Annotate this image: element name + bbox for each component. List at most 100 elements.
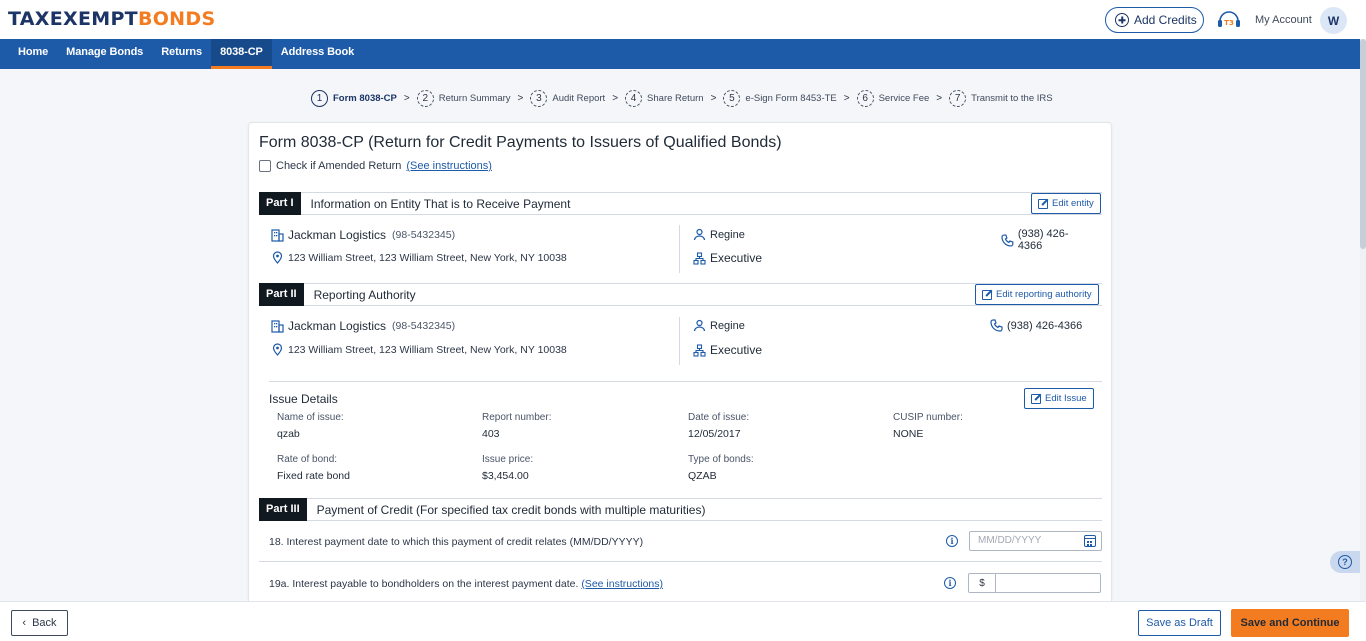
issue-details: Issue Details Edit Issue Name of issue: … <box>269 381 1102 499</box>
step-service-fee[interactable]: 6 Service Fee <box>856 89 929 107</box>
date-of-issue-value: 12/05/2017 <box>688 428 741 440</box>
nav-item-address-book[interactable]: Address Book <box>272 39 363 69</box>
svg-text:T3: T3 <box>1224 19 1234 27</box>
edit-entity-button[interactable]: Edit entity <box>1031 193 1101 214</box>
edit-icon <box>1038 198 1048 209</box>
step-number: 6 <box>856 89 874 107</box>
question-mark-icon: ? <box>1338 555 1352 569</box>
phone-row: (938) 426-4366 <box>990 319 1082 332</box>
part-3-header: Part III Payment of Credit (For specifie… <box>259 498 1102 521</box>
amended-return-label: Check if Amended Return <box>276 160 402 172</box>
step-return-summary[interactable]: 2 Return Summary <box>416 89 511 107</box>
amended-return-row: Check if Amended Return (See instruction… <box>259 160 492 172</box>
step-label: Transmit to the IRS <box>971 92 1053 104</box>
phone-icon <box>990 319 1003 332</box>
step-form-8038-cp[interactable]: 1 Form 8038-CP <box>311 89 397 107</box>
add-credits-button[interactable]: Add Credits <box>1105 7 1204 33</box>
top-bar: TAXEXEMPTBONDS Add Credits T3 My Account… <box>0 0 1366 39</box>
back-label: Back <box>32 617 57 629</box>
date-placeholder: MM/DD/YYYY <box>978 535 1042 546</box>
save-and-continue-button[interactable]: Save and Continue <box>1231 609 1349 637</box>
see-instructions-link[interactable]: (See instructions) <box>406 160 492 172</box>
contact-title-row: Executive <box>693 343 762 357</box>
see-instructions-link[interactable]: (See instructions) <box>581 578 663 590</box>
calendar-icon[interactable] <box>1084 535 1096 547</box>
part-tag: Part III <box>259 498 307 521</box>
entity-name-row: Jackman Logistics (98-5432345) <box>271 319 455 333</box>
issue-price-value: $3,454.00 <box>482 470 529 482</box>
edit-reporting-authority-button[interactable]: Edit reporting authority <box>975 284 1099 305</box>
part-title: Payment of Credit (For specified tax cre… <box>316 502 706 517</box>
question-19a-row: 19a. Interest payable to bondholders on … <box>259 562 1102 606</box>
info-icon[interactable]: i <box>946 535 958 547</box>
edit-entity-label: Edit entity <box>1052 198 1094 209</box>
step-number: 3 <box>530 89 548 107</box>
edit-icon <box>982 289 992 300</box>
step-share-return[interactable]: 4 Share Return <box>625 89 704 107</box>
part-tag: Part II <box>259 283 304 306</box>
nav-item-manage-bonds[interactable]: Manage Bonds <box>57 39 152 69</box>
chevron-right-icon: > <box>517 92 524 104</box>
org-chart-icon <box>693 251 706 265</box>
rate-of-bond-value: Fixed rate bond <box>277 470 350 482</box>
contact-title: Executive <box>710 343 763 357</box>
part-1-header: Part I Information on Entity That is to … <box>259 192 1102 215</box>
save-as-draft-button[interactable]: Save as Draft <box>1138 610 1221 636</box>
scrollbar-thumb[interactable] <box>1360 39 1366 249</box>
part-tag: Part I <box>259 192 301 215</box>
interest-payable-input[interactable]: $ <box>968 573 1101 593</box>
entity-info: Jackman Logistics (98-5432345) 123 Willi… <box>269 225 680 273</box>
question-18-text: 18. Interest payment date to which this … <box>269 536 644 548</box>
entity-name: Jackman Logistics <box>288 228 387 242</box>
nav-item-returns[interactable]: Returns <box>152 39 211 69</box>
phone-row: (938) 426-4366 <box>1001 228 1092 252</box>
entity-name-row: Jackman Logistics (98-5432345) <box>271 228 455 242</box>
report-number-value: 403 <box>482 428 500 440</box>
step-esign-form[interactable]: 5 e-Sign Form 8453-TE <box>723 89 837 107</box>
cusip-number-label: CUSIP number: <box>893 412 963 423</box>
chevron-left-icon: ‹ <box>22 617 27 629</box>
building-icon <box>271 228 284 242</box>
entity-name: Jackman Logistics <box>288 319 387 333</box>
step-number: 7 <box>949 89 967 107</box>
step-number: 4 <box>625 89 643 107</box>
type-of-bonds-label: Type of bonds: <box>688 454 754 465</box>
nav-item-8038-cp[interactable]: 8038-CP <box>211 39 272 69</box>
page-title: Form 8038-CP (Return for Credit Payments… <box>259 134 782 151</box>
progress-stepper: 1 Form 8038-CP > 2 Return Summary > 3 Au… <box>311 89 1053 107</box>
logo-accent-text: BONDS <box>137 8 216 30</box>
step-audit-report[interactable]: 3 Audit Report <box>530 89 605 107</box>
question-19a-label: 19a. Interest payable to bondholders on … <box>269 578 579 590</box>
chevron-right-icon: > <box>403 92 410 104</box>
amended-return-checkbox[interactable] <box>259 160 271 172</box>
info-icon[interactable]: i <box>944 577 956 589</box>
step-label: Form 8038-CP <box>333 92 397 104</box>
part-2-entity: Jackman Logistics (98-5432345) 123 Willi… <box>269 317 1092 367</box>
name-of-issue-value: qzab <box>277 428 300 440</box>
step-label: Share Return <box>647 92 704 104</box>
nav-item-home[interactable]: Home <box>0 39 57 69</box>
avatar[interactable]: W <box>1320 7 1347 34</box>
step-transmit-irs[interactable]: 7 Transmit to the IRS <box>949 89 1053 107</box>
location-pin-icon <box>272 343 283 356</box>
type-of-bonds-value: QZAB <box>688 470 717 482</box>
contact-name-row: Regine <box>693 228 745 241</box>
headset-support-icon[interactable]: T3 <box>1216 9 1242 31</box>
name-of-issue-label: Name of issue: <box>277 412 344 423</box>
plus-circle-icon <box>1115 13 1129 27</box>
page-scrollbar[interactable] <box>1360 39 1366 601</box>
back-button[interactable]: ‹ Back <box>11 610 68 636</box>
org-chart-icon <box>693 343 706 357</box>
edit-icon <box>1031 393 1041 404</box>
interest-payment-date-input[interactable]: MM/DD/YYYY <box>969 531 1102 551</box>
logo[interactable]: TAXEXEMPTBONDS <box>8 8 215 30</box>
part-title: Reporting Authority <box>313 287 416 302</box>
report-number-label: Report number: <box>482 412 552 423</box>
location-pin-icon <box>272 251 283 264</box>
my-account-link[interactable]: My Account <box>1255 14 1312 26</box>
help-button[interactable]: ? <box>1330 551 1360 573</box>
edit-issue-button[interactable]: Edit Issue <box>1024 388 1094 409</box>
step-number: 1 <box>311 89 328 107</box>
contact-title-row: Executive <box>693 251 762 265</box>
chevron-right-icon: > <box>936 92 943 104</box>
